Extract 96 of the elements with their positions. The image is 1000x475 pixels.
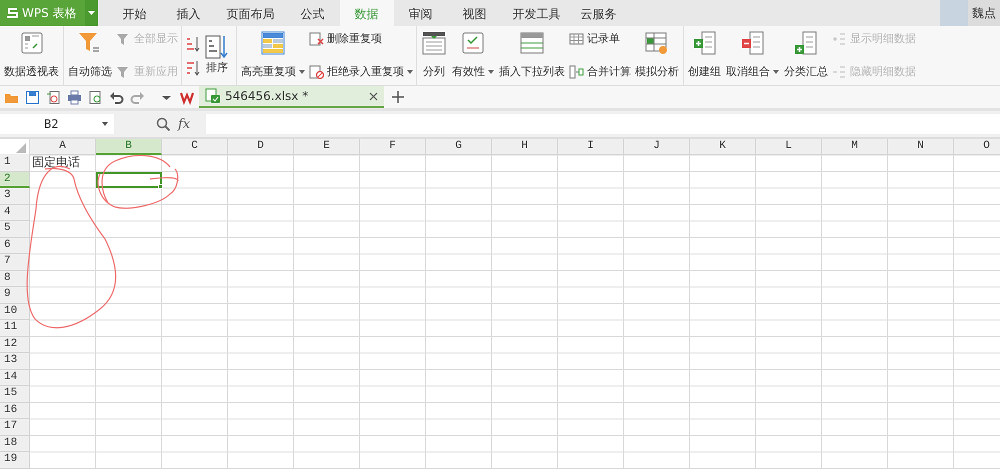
avatar-placeholder <box>940 0 968 26</box>
ribbon-button[interactable]: 数据透视表 <box>2 26 61 85</box>
ribbon-tab[interactable]: 审阅 <box>394 0 448 26</box>
row-header[interactable]: 15 <box>0 386 30 402</box>
close-icon[interactable] <box>369 92 378 100</box>
ribbon-button[interactable]: 排序 <box>202 30 232 81</box>
caret-icon <box>88 11 95 15</box>
plus-icon[interactable] <box>392 91 404 103</box>
ribbon-button[interactable]: 删除重复项 <box>308 31 414 46</box>
name-box[interactable]: B2 <box>0 114 114 134</box>
minus-list-icon <box>740 30 766 56</box>
row-header[interactable]: 11 <box>0 320 30 336</box>
ribbon-tab[interactable]: 开发工具 <box>502 0 572 26</box>
row-header[interactable]: 18 <box>0 436 30 452</box>
column-header[interactable]: D <box>228 139 294 155</box>
columns-icon <box>421 30 447 56</box>
row-header[interactable]: 2 <box>0 172 30 188</box>
ribbon-tab[interactable]: 视图 <box>448 0 502 26</box>
active-cell[interactable] <box>96 172 162 188</box>
ribbon-tab[interactable]: 页面布局 <box>216 0 286 26</box>
funnel-icon <box>116 32 131 46</box>
ribbon-button[interactable]: 创建组 <box>686 26 723 85</box>
row-header[interactable]: 19 <box>0 452 30 468</box>
column-header[interactable]: L <box>756 139 822 155</box>
column-header[interactable]: B <box>96 139 162 155</box>
row-header[interactable]: 14 <box>0 370 30 386</box>
row-header[interactable]: 7 <box>0 254 30 270</box>
collapse-rows-icon <box>832 64 847 78</box>
column-header[interactable]: M <box>822 139 888 155</box>
column-header[interactable]: A <box>30 139 96 155</box>
row-header[interactable]: 17 <box>0 419 30 436</box>
ribbon-tab[interactable]: 云服务 <box>572 0 626 26</box>
ribbon-button[interactable]: 有效性 <box>450 26 496 85</box>
s-logo-icon <box>6 6 18 20</box>
spreadsheet-file-icon <box>205 88 221 104</box>
ribbon-button[interactable]: 拒绝录入重复项 <box>308 64 414 79</box>
plus-list-icon <box>692 30 718 56</box>
zoom-icon[interactable] <box>156 117 170 131</box>
user-name: 魏点 <box>972 4 997 22</box>
sort-ascending-icon[interactable] <box>186 34 200 52</box>
wps-logo-icon[interactable] <box>180 90 195 104</box>
ribbon-button[interactable]: 自动筛选 <box>66 26 114 85</box>
delete-rows-icon <box>309 32 324 46</box>
print-preview-icon[interactable] <box>88 90 103 104</box>
ribbon-button[interactable]: 取消组合 <box>724 26 781 85</box>
column-header[interactable]: E <box>294 139 360 155</box>
column-header[interactable]: H <box>492 139 558 155</box>
undo-icon[interactable] <box>109 90 124 104</box>
ribbon-button[interactable]: 合并计算 <box>568 64 632 79</box>
row-header[interactable]: 4 <box>0 204 30 221</box>
column-header[interactable]: F <box>360 139 426 155</box>
ribbon-button[interactable]: 模拟分析 <box>633 26 681 85</box>
expand-rows-icon <box>832 32 847 46</box>
merge-icon <box>569 64 584 78</box>
ribbon-button[interactable]: 分列 <box>419 26 449 85</box>
document-tab[interactable]: 546456.xlsx * <box>199 86 384 108</box>
column-header[interactable]: O <box>954 139 1000 155</box>
block-rows-icon <box>309 64 324 78</box>
ribbon-button[interactable]: 分类汇总 <box>782 26 830 85</box>
row-header[interactable]: 9 <box>0 287 30 304</box>
row-header[interactable]: 16 <box>0 402 30 419</box>
column-header[interactable]: G <box>426 139 492 155</box>
checklist-icon <box>460 30 486 56</box>
ribbon-tab[interactable]: 插入 <box>162 0 216 26</box>
sort-icon <box>204 34 230 60</box>
table-icon <box>18 30 44 56</box>
plus-list-icon <box>793 30 819 56</box>
row-header[interactable]: 10 <box>0 304 30 320</box>
fill-handle[interactable] <box>158 184 163 189</box>
row-header[interactable]: 3 <box>0 188 30 204</box>
dropdown-button[interactable] <box>84 0 98 26</box>
ribbon-button[interactable]: 高亮重复项 <box>239 26 307 85</box>
list-icon <box>519 30 545 56</box>
sort-descending-icon[interactable] <box>186 58 200 76</box>
row-header[interactable]: 12 <box>0 336 30 353</box>
column-header[interactable]: I <box>558 139 624 155</box>
row-header[interactable]: 1 <box>0 155 30 172</box>
row-header[interactable]: 8 <box>0 270 30 287</box>
print-icon[interactable] <box>67 90 82 104</box>
ribbon-button[interactable]: 插入下拉列表 <box>497 26 567 85</box>
ribbon-tab[interactable]: 公式 <box>286 0 340 26</box>
table-icon <box>569 32 584 46</box>
column-header[interactable]: K <box>690 139 756 155</box>
ribbon-tab[interactable]: 开始 <box>108 0 162 26</box>
row-header[interactable]: 6 <box>0 238 30 254</box>
caret-icon <box>102 122 108 126</box>
funnel-icon <box>116 64 131 78</box>
row-header[interactable]: 5 <box>0 221 30 238</box>
column-header[interactable]: N <box>888 139 954 155</box>
ribbon-button[interactable]: 记录单 <box>568 31 632 46</box>
column-header[interactable]: J <box>624 139 690 155</box>
save-icon[interactable] <box>25 90 40 104</box>
row-header[interactable]: 13 <box>0 353 30 370</box>
color-grid-icon <box>260 30 286 56</box>
column-header[interactable]: C <box>162 139 228 155</box>
insert-function-button[interactable]: fx <box>178 116 190 132</box>
